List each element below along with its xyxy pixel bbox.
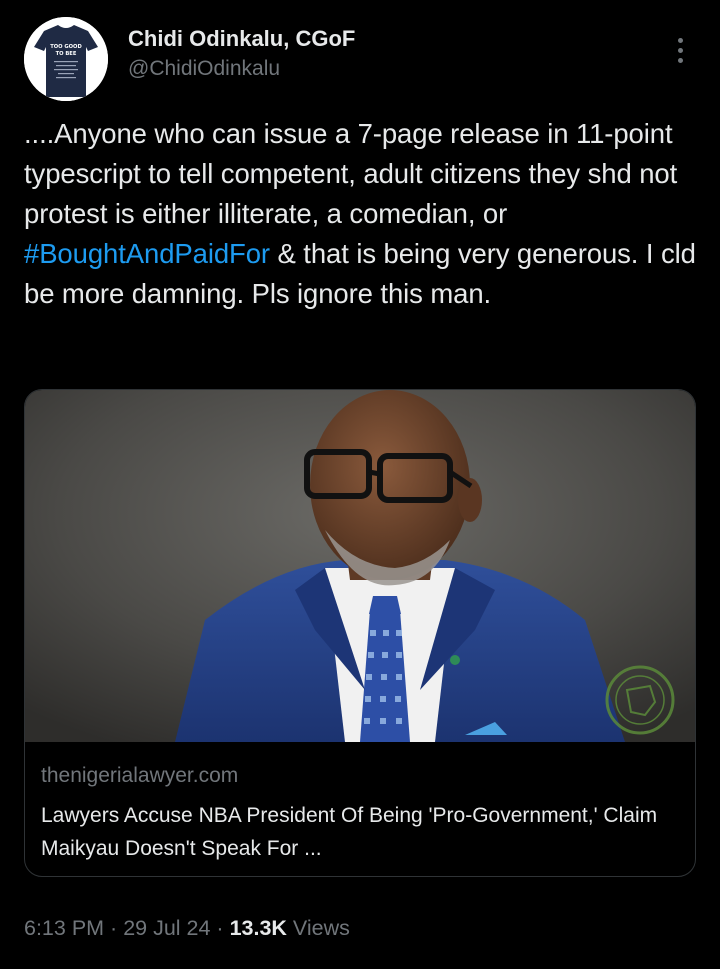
link-preview-card[interactable]: thenigerialawyer.com Lawyers Accuse NBA … (24, 389, 696, 877)
tweet-text-part: ....Anyone who can issue a 7-page releas… (24, 118, 678, 229)
svg-text:TO BEE: TO BEE (56, 51, 77, 57)
card-title: Lawyers Accuse NBA President Of Being 'P… (41, 804, 658, 860)
tweet-time[interactable]: 6:13 PM (24, 916, 104, 940)
more-vertical-icon (677, 37, 683, 43)
author-handle[interactable]: @ChidiOdinkalu (128, 57, 280, 81)
avatar[interactable]: TOO GOOD TO BEE (24, 17, 108, 101)
card-domain: thenigerialawyer.com (41, 764, 239, 787)
meta-separator: · (104, 916, 124, 940)
hashtag-link[interactable]: #BoughtAndPaidFor (24, 238, 270, 269)
tweet-meta: 6:13 PM · 29 Jul 24 · 13.3K Views (24, 916, 350, 941)
tweet-text: ....Anyone who can issue a 7-page releas… (24, 114, 696, 314)
views-count: 13.3K (229, 916, 287, 940)
article-photo (25, 390, 695, 742)
meta-separator: · (210, 916, 230, 940)
author-display-name[interactable]: Chidi Odinkalu, CGoF (128, 26, 355, 52)
tweet-date[interactable]: 29 Jul 24 (123, 916, 210, 940)
svg-text:TOO GOOD: TOO GOOD (50, 44, 82, 50)
views-label: Views (286, 916, 350, 940)
avatar-tshirt-image: TOO GOOD TO BEE (24, 17, 108, 101)
more-options-button[interactable] (662, 30, 698, 70)
